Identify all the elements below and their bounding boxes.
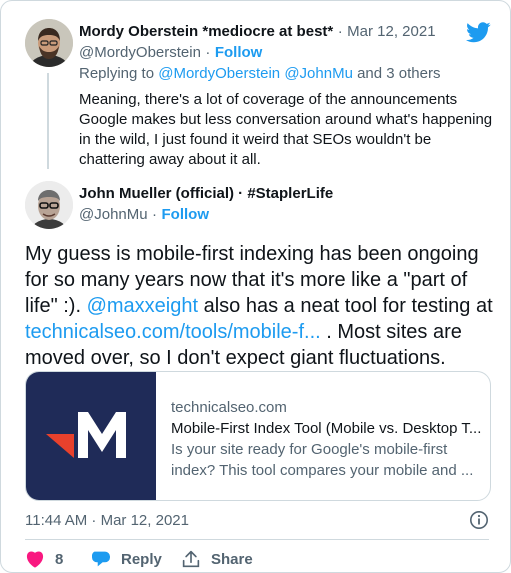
main-text-segment: . Most sites are <box>326 321 462 343</box>
reply-author-handle[interactable]: @MordyOberstein <box>79 44 201 61</box>
reply-text-line: chattering away about it all. <box>79 151 261 168</box>
main-tweet-text: My guess is mobile-first indexing has be… <box>25 241 495 371</box>
main-author-handle[interactable]: @JohnMu <box>79 206 148 223</box>
main-handle-row: @JohnMu · Follow <box>79 206 209 224</box>
link-card-thumbnail <box>26 372 156 500</box>
reply-handle-separator: · <box>205 44 211 61</box>
like-count: 8 <box>55 550 64 568</box>
main-text-segment: also has a neat tool for testing at <box>203 295 493 317</box>
link-preview-card[interactable]: technicalseo.com Mobile-First Index Tool… <box>25 371 491 501</box>
link-card-desc-line2: index? This tool compares your mobile an… <box>171 462 474 479</box>
replying-to-line: Replying to @MordyOberstein @JohnMu and … <box>79 65 441 82</box>
reply-date[interactable]: Mar 12, 2021 <box>347 23 435 40</box>
share-action[interactable]: Share <box>181 550 253 568</box>
reply-tweet-text: Meaning, there's a lot of coverage of th… <box>79 90 499 170</box>
main-text-line: My guess is mobile-first indexing has be… <box>25 243 479 265</box>
main-text-line: moved over, so I don't expect giant fluc… <box>25 347 446 369</box>
main-text-line: technicalseo.com/tools/mobile-f... . Mos… <box>25 319 495 345</box>
avatar-johnmu[interactable] <box>25 181 73 229</box>
reply-label: Reply <box>121 550 162 568</box>
reply-text-line: in the wild, I just found it weird that … <box>79 131 432 148</box>
reply-action[interactable]: Reply <box>91 550 162 568</box>
reply-text-line: Google makes but less conversation aroun… <box>79 111 493 128</box>
main-handle-separator: · <box>152 206 158 223</box>
main-header-row: John Mueller (official) · #StaplerLife <box>79 185 333 203</box>
heart-icon <box>26 551 44 568</box>
action-divider <box>25 539 489 540</box>
link-card-desc-line1: Is your site ready for Google's mobile-f… <box>171 441 448 458</box>
reply-header-row: Mordy Oberstein *mediocre at best* · Mar… <box>79 23 436 41</box>
tweet-timestamp[interactable]: 11:44 AM · Mar 12, 2021 <box>25 512 189 529</box>
replying-prefix: Replying to <box>79 65 155 82</box>
tool-link[interactable]: technicalseo.com/tools/mobile-f... <box>25 321 321 343</box>
main-author-name[interactable]: John Mueller (official) · #StaplerLife <box>79 185 333 202</box>
follow-button-mordy[interactable]: Follow <box>215 44 263 61</box>
link-card-domain: technicalseo.com <box>171 399 287 416</box>
main-text-line: for so many years now that it's more lik… <box>25 269 468 291</box>
thread-connector-line <box>47 73 49 169</box>
tweet-embed-card: Mordy Oberstein *mediocre at best* · Mar… <box>0 0 511 573</box>
reply-handle-row: @MordyOberstein · Follow <box>79 44 262 62</box>
main-text-segment: life" :). <box>25 295 81 317</box>
follow-button-johnmu[interactable]: Follow <box>162 206 210 223</box>
avatar-mordy[interactable] <box>25 19 73 67</box>
replying-suffix[interactable]: and 3 others <box>357 65 440 82</box>
replying-user-johnmu[interactable]: @JohnMu <box>284 65 353 82</box>
replying-user-mordy[interactable]: @MordyOberstein <box>158 65 280 82</box>
reply-separator: · <box>337 23 343 40</box>
info-icon[interactable] <box>469 510 489 530</box>
share-icon <box>182 550 200 568</box>
mention-maxxeight[interactable]: @maxxeight <box>87 295 198 317</box>
main-text-line: life" :). @maxxeight also has a neat too… <box>25 293 495 319</box>
merkle-logo-icon <box>46 412 126 458</box>
share-label: Share <box>211 550 253 568</box>
like-action[interactable]: 8 <box>25 550 63 568</box>
reply-author-name[interactable]: Mordy Oberstein *mediocre at best* <box>79 23 333 40</box>
link-card-title: Mobile-First Index Tool (Mobile vs. Desk… <box>171 420 481 437</box>
reply-icon <box>91 551 110 567</box>
twitter-bird-icon[interactable] <box>466 22 491 43</box>
reply-text-line: Meaning, there's a lot of coverage of th… <box>79 91 458 108</box>
